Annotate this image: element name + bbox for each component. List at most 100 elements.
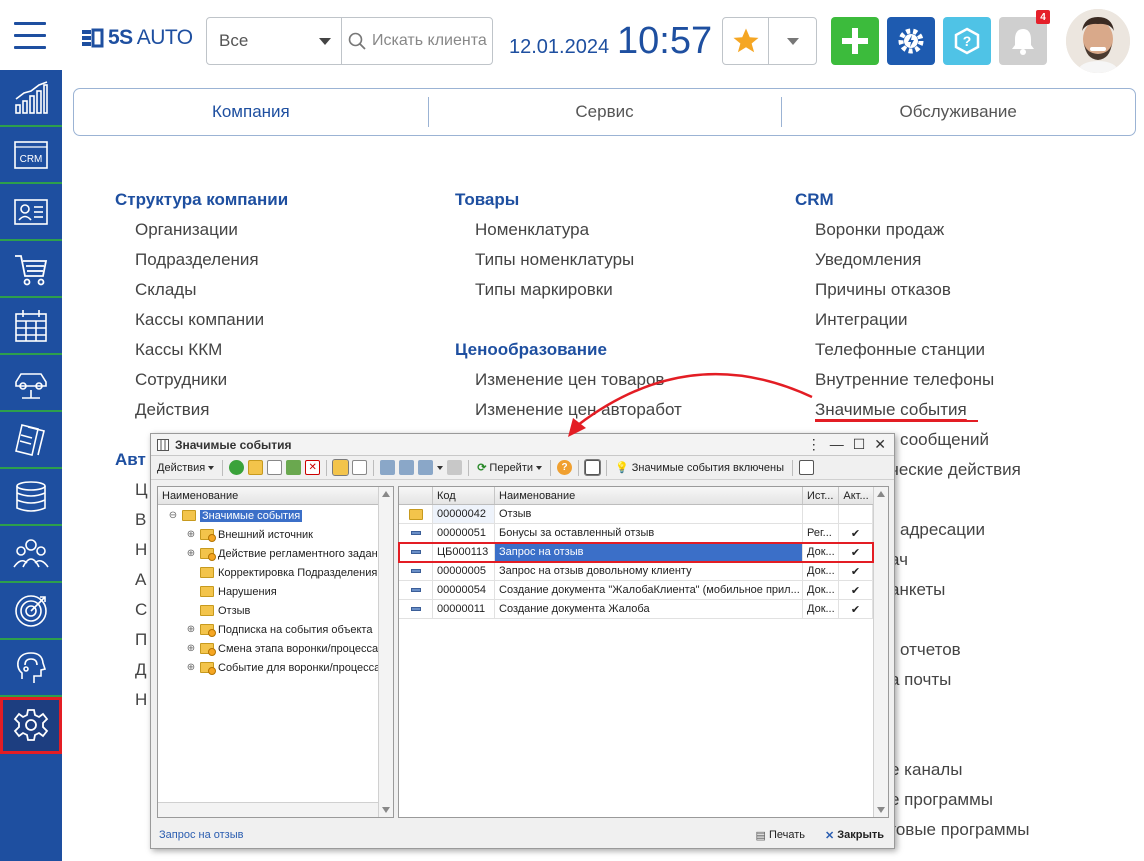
menu-item-sales-funnels[interactable]: Воронки продаж	[795, 220, 1030, 250]
tree-row[interactable]: ⊕ Действие регламентного задания	[158, 544, 393, 563]
add-icon[interactable]	[229, 460, 245, 475]
close-button[interactable]: ✕ Закрыть	[823, 825, 886, 845]
menu-item-nomenclature-types[interactable]: Типы номенклатуры	[455, 250, 682, 280]
menu-item-integrations[interactable]: Интеграции	[795, 310, 1030, 340]
expand-icon[interactable]: ⊕	[186, 548, 196, 559]
tree-vertical-scrollbar[interactable]	[378, 487, 393, 817]
sidebar-item-analytics[interactable]	[0, 70, 62, 127]
table-row[interactable]: 00000011 Создание документа Жалоба Док..…	[399, 600, 873, 619]
copy-icon[interactable]	[267, 460, 283, 475]
tree-row[interactable]: ⊕ Внешний источник	[158, 525, 393, 544]
tree-root-row[interactable]: ⊖ Значимые события	[158, 506, 393, 525]
edit-pencil-icon[interactable]	[286, 460, 302, 475]
menu-item-actions[interactable]: Действия	[115, 400, 288, 430]
menu-item-nomenclature[interactable]: Номенклатура	[455, 220, 682, 250]
sidebar-item-documents[interactable]	[0, 412, 62, 469]
grid-header-code[interactable]: Код	[433, 487, 495, 504]
close-icon[interactable]: ✕	[874, 436, 886, 453]
sidebar-item-contacts[interactable]	[0, 184, 62, 241]
sidebar-item-cart[interactable]	[0, 241, 62, 298]
list-settings-icon[interactable]	[799, 460, 815, 475]
table-row-selected[interactable]: ЦБ000113 Запрос на отзыв Док... ✔	[398, 542, 874, 563]
menu-item-notifications[interactable]: Уведомления	[795, 250, 1030, 280]
tree-row[interactable]: ⊕ Событие для воронки/процесса	[158, 658, 393, 677]
grid-header-source[interactable]: Ист...	[803, 487, 839, 504]
more-icon[interactable]: ⋮	[807, 436, 821, 453]
menu-item-autowork-price-change[interactable]: Изменение цен авторабот	[455, 400, 682, 430]
filter-by-value-icon[interactable]	[399, 460, 415, 475]
hierarchy-view-icon[interactable]	[332, 459, 350, 476]
grid-header-active[interactable]: Акт...	[839, 487, 873, 504]
collapse-icon[interactable]: ⊖	[168, 510, 178, 521]
tree-row[interactable]: ⊕ Подписка на события объекта	[158, 620, 393, 639]
menu-item-phone-stations[interactable]: Телефонные станции	[795, 340, 1030, 370]
maximize-icon[interactable]: ☐	[853, 436, 866, 453]
table-row[interactable]: 00000042 Отзыв	[399, 505, 873, 524]
settings-button[interactable]	[887, 17, 935, 65]
table-row[interactable]: 00000051 Бонусы за оставленный отзыв Рег…	[399, 524, 873, 543]
tree-row[interactable]: Корректировка Подразделения	[158, 563, 393, 582]
actions-menu-button[interactable]: Действия	[155, 458, 216, 478]
tab-company[interactable]: Компания	[74, 89, 428, 135]
grid-header-name[interactable]: Наименование	[495, 487, 803, 504]
sidebar-item-crm[interactable]: CRM	[0, 127, 62, 184]
goto-menu-button[interactable]: ⟳ Перейти	[475, 458, 544, 478]
expand-icon[interactable]: ⊕	[186, 529, 196, 540]
expand-icon[interactable]: ⊕	[186, 662, 196, 673]
favorites-dropdown-button[interactable]	[769, 18, 816, 64]
events-enabled-toggle[interactable]: 💡 Значимые события включены	[613, 458, 786, 478]
sidebar-item-support[interactable]	[0, 640, 62, 697]
grid-header-icon[interactable]	[399, 487, 433, 504]
sidebar-item-settings[interactable]	[0, 697, 62, 754]
filter-icon[interactable]	[380, 460, 396, 475]
window-titlebar[interactable]: Значимые события ⋮ — ☐ ✕	[151, 434, 894, 456]
notifications-button[interactable]: 4	[999, 10, 1050, 65]
grid-vertical-scrollbar[interactable]	[873, 487, 888, 817]
menu-item-organizations[interactable]: Организации	[115, 220, 288, 250]
user-avatar[interactable]	[1066, 9, 1130, 73]
selected-item-link[interactable]: Запрос на отзыв	[159, 829, 243, 841]
menu-item-goods-price-change[interactable]: Изменение цен товаров	[455, 370, 682, 400]
minimize-icon[interactable]: —	[830, 436, 844, 453]
app-logo[interactable]: 5S AUTO	[82, 26, 193, 50]
add-button[interactable]	[831, 17, 879, 65]
sidebar-item-finance[interactable]	[0, 469, 62, 526]
tree-row[interactable]: ⊕ Смена этапа воронки/процесса	[158, 639, 393, 658]
sidebar-item-car-service[interactable]	[0, 355, 62, 412]
tree-row[interactable]: Нарушения	[158, 582, 393, 601]
level-up-icon[interactable]	[352, 460, 368, 475]
menu-item-refusal-reasons[interactable]: Причины отказов	[795, 280, 1030, 310]
menu-item-internal-phones[interactable]: Внутренние телефоны	[795, 370, 1030, 400]
filter-history-icon[interactable]	[418, 460, 434, 475]
menu-item-significant-events[interactable]: Значимые события	[795, 400, 1030, 430]
menu-item-warehouses[interactable]: Склады	[115, 280, 288, 310]
menu-item-marking-types[interactable]: Типы маркировки	[455, 280, 682, 310]
sidebar-item-team[interactable]	[0, 526, 62, 583]
favorites-button[interactable]	[723, 18, 769, 64]
tab-service[interactable]: Сервис	[427, 89, 782, 135]
sidebar-item-goals[interactable]	[0, 583, 62, 640]
expand-icon[interactable]: ⊕	[186, 643, 196, 654]
tree-horizontal-scrollbar[interactable]	[158, 802, 378, 817]
tree-view-icon[interactable]	[584, 459, 602, 476]
add-folder-icon[interactable]	[248, 460, 264, 475]
expand-icon[interactable]: ⊕	[186, 624, 196, 635]
help-button[interactable]: ?	[943, 17, 991, 65]
table-row[interactable]: 00000005 Запрос на отзыв довольному клие…	[399, 562, 873, 581]
menu-item-employees[interactable]: Сотрудники	[115, 370, 288, 400]
delete-icon[interactable]: ✕	[305, 460, 321, 475]
menu-item-departments[interactable]: Подразделения	[115, 250, 288, 280]
chevron-down-icon[interactable]	[437, 465, 444, 470]
menu-item-company-cashboxes[interactable]: Кассы компании	[115, 310, 288, 340]
sidebar-item-calendar[interactable]	[0, 298, 62, 355]
tab-maintenance[interactable]: Обслуживание	[781, 89, 1135, 135]
clear-filter-icon[interactable]	[447, 460, 463, 475]
menu-item-kkm-cashboxes[interactable]: Кассы ККМ	[115, 340, 288, 370]
print-button[interactable]: ▤ Печать	[754, 825, 807, 845]
hamburger-menu-button[interactable]	[0, 0, 60, 70]
tree-row[interactable]: Отзыв	[158, 601, 393, 620]
search-scope-select[interactable]: Все	[207, 18, 342, 64]
help-icon[interactable]: ?	[557, 460, 573, 475]
table-row[interactable]: 00000054 Создание документа "ЖалобаКлиен…	[399, 581, 873, 600]
search-input[interactable]: Искать клиента	[342, 18, 492, 64]
